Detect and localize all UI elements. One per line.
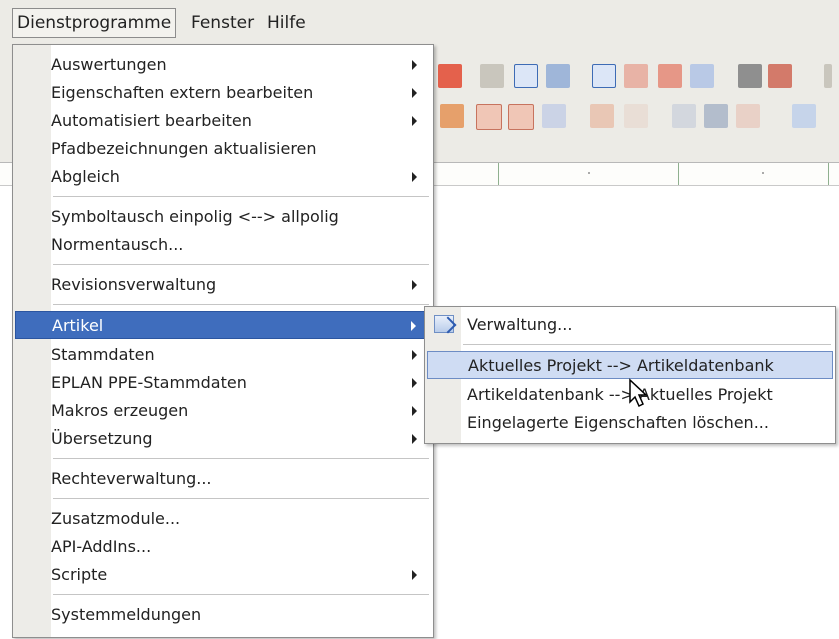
menu-item-artikel[interactable]: Artikel <box>15 311 431 339</box>
menu-item-makros[interactable]: Makros erzeugen <box>15 397 431 425</box>
grid-icon[interactable] <box>480 64 504 88</box>
device-icon[interactable] <box>440 104 464 128</box>
submenu-arrow-icon <box>412 172 417 182</box>
submenu-arrow-icon <box>412 570 417 580</box>
snap-grid-icon[interactable] <box>514 64 538 88</box>
menubar-fenster[interactable]: Fenster <box>187 8 258 38</box>
submenu-arrow-icon <box>412 280 417 290</box>
menu-separator <box>53 498 429 499</box>
menubar: Dienstprogramme Fenster Hilfe <box>0 0 839 45</box>
menu-item-scripte[interactable]: Scripte <box>15 561 431 589</box>
submenu-arrow-icon <box>412 434 417 444</box>
image-icon[interactable] <box>704 104 728 128</box>
menu-item-auswertungen[interactable]: Auswertungen <box>15 51 431 79</box>
magnet-icon[interactable] <box>592 64 616 88</box>
submenu-arrow-icon <box>412 406 417 416</box>
menu-separator <box>53 594 429 595</box>
menu-item-eplan-ppe[interactable]: EPLAN PPE-Stammdaten <box>15 369 431 397</box>
menu-item-uebersetzung[interactable]: Übersetzung <box>15 425 431 453</box>
wire-icon[interactable] <box>542 104 566 128</box>
ruler-tick <box>828 163 829 185</box>
submenu-arrow-icon <box>412 60 417 70</box>
dienstprogramme-menu: Auswertungen Eigenschaften extern bearbe… <box>12 44 434 638</box>
socket-icon[interactable] <box>624 104 648 128</box>
label-b-icon[interactable] <box>508 104 534 130</box>
menu-item-eigenschaften-extern[interactable]: Eigenschaften extern bearbeiten <box>15 79 431 107</box>
menu-separator <box>463 344 831 345</box>
submenu-item-projekt-to-datenbank[interactable]: Aktuelles Projekt --> Artikeldatenbank <box>427 351 833 379</box>
text-icon[interactable] <box>792 104 816 128</box>
menu-item-zusatzmodule[interactable]: Zusatzmodule... <box>15 505 431 533</box>
menu-separator <box>53 458 429 459</box>
ruler-dot <box>588 172 590 174</box>
menu-separator <box>53 264 429 265</box>
crosshair-icon[interactable] <box>546 64 570 88</box>
menubar-hilfe[interactable]: Hilfe <box>263 8 310 38</box>
menu-item-revisionsverwaltung[interactable]: Revisionsverwaltung <box>15 271 431 299</box>
label-a-icon[interactable] <box>476 104 502 130</box>
submenu-arrow-icon <box>412 88 417 98</box>
submenu-arrow-icon <box>411 321 416 331</box>
frame-icon[interactable] <box>736 104 760 128</box>
mouse-pointer-icon <box>629 378 648 408</box>
menu-item-pfadbezeichnungen[interactable]: Pfadbezeichnungen aktualisieren <box>15 135 431 163</box>
find-icon[interactable] <box>738 64 762 88</box>
submenu-item-verwaltung[interactable]: Verwaltung... <box>427 311 833 339</box>
menu-item-api-addins[interactable]: API-AddIns... <box>15 533 431 561</box>
menu-item-symboltausch[interactable]: Symboltausch einpolig <--> allpolig <box>15 203 431 231</box>
menu-item-automatisiert[interactable]: Automatisiert bearbeiten <box>15 107 431 135</box>
artikel-submenu: Verwaltung... Aktuelles Projekt --> Arti… <box>424 306 836 444</box>
submenu-arrow-icon <box>412 350 417 360</box>
submenu-item-eigenschaften-loeschen[interactable]: Eingelagerte Eigenschaften löschen... <box>427 409 833 437</box>
menu-item-stammdaten[interactable]: Stammdaten <box>15 341 431 369</box>
article-management-icon <box>434 315 454 333</box>
submenu-arrow-icon <box>412 378 417 388</box>
menu-item-systemmeldungen[interactable]: Systemmeldungen <box>15 601 431 629</box>
submenu-arrow-icon <box>412 116 417 126</box>
grid-red-icon[interactable] <box>438 64 462 88</box>
menu-item-abgleich[interactable]: Abgleich <box>15 163 431 191</box>
menu-item-rechteverwaltung[interactable]: Rechteverwaltung... <box>15 465 431 493</box>
plug-icon[interactable] <box>590 104 614 128</box>
find-next-icon[interactable] <box>768 64 792 88</box>
menubar-dienstprogramme[interactable]: Dienstprogramme <box>12 8 177 38</box>
symbol-icon[interactable] <box>624 64 648 88</box>
menu-separator <box>53 304 429 305</box>
menu-separator <box>53 196 429 197</box>
ruler-dot <box>762 172 764 174</box>
ruler-tick <box>678 163 679 185</box>
menu-item-normentausch[interactable]: Normentausch... <box>15 231 431 259</box>
window-icon[interactable] <box>690 64 714 88</box>
ruler-tick <box>498 163 499 185</box>
page-icon[interactable] <box>672 104 696 128</box>
connect-icon[interactable] <box>658 64 682 88</box>
more-icon[interactable] <box>824 64 832 88</box>
